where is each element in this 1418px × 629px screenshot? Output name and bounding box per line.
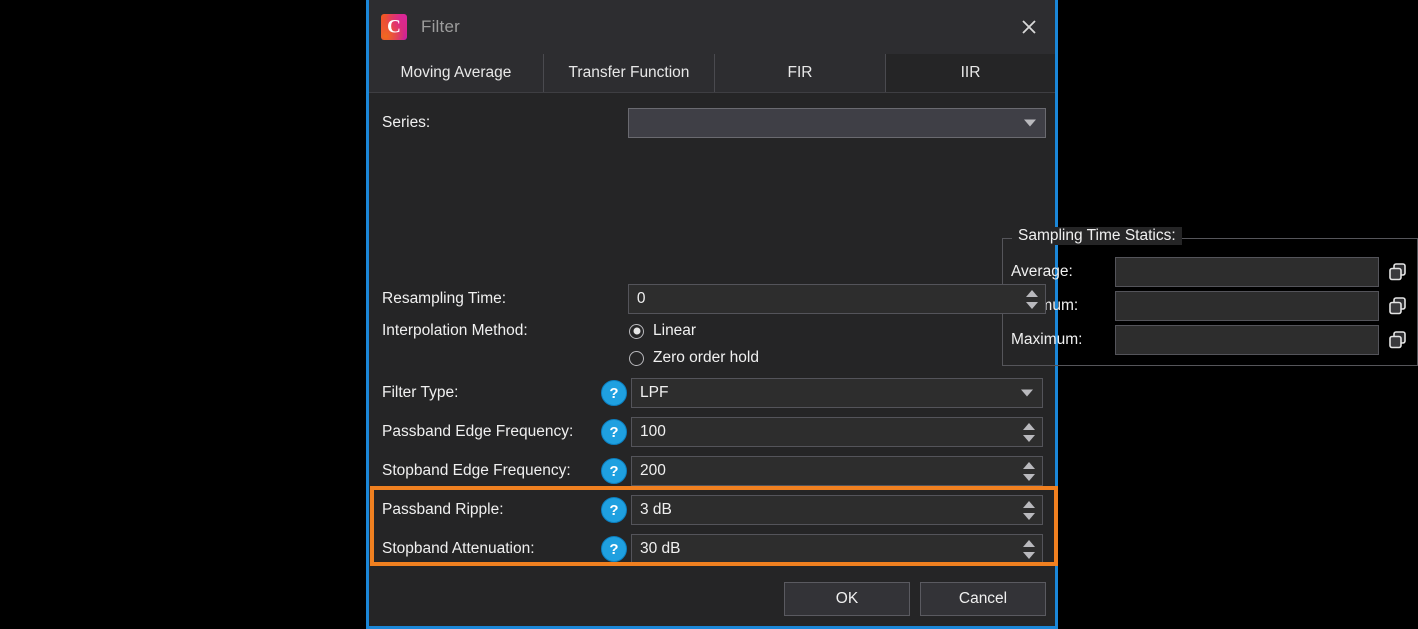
minimum-input[interactable] <box>1115 291 1379 321</box>
radio-indicator-icon <box>629 350 644 366</box>
spinner-down-icon[interactable] <box>1023 434 1035 442</box>
average-input[interactable] <box>1115 257 1379 287</box>
passband-edge-frequency-input[interactable]: 100 <box>631 417 1043 447</box>
passband-ripple-stepper[interactable] <box>1018 498 1040 522</box>
minimum-row: Minimum: <box>1011 291 1409 321</box>
series-combobox[interactable] <box>627 108 1046 138</box>
tab-transfer-function[interactable]: Transfer Function <box>543 54 715 92</box>
resampling-time-input[interactable]: 0 <box>627 284 1046 314</box>
chevron-down-icon <box>1024 119 1036 127</box>
tab-bar: Moving Average Transfer Function FIR IIR <box>369 54 1055 93</box>
help-icon[interactable]: ? <box>601 536 627 562</box>
interpolation-method-row-2: Zero order hold <box>382 345 1046 371</box>
stopband-attenuation-row: Stopband Attenuation: ? 30 dB <box>382 533 1046 565</box>
radio-zero-order-hold[interactable]: Zero order hold <box>629 349 759 367</box>
spinner-up-icon[interactable] <box>1023 500 1035 508</box>
average-row: Average: <box>1011 257 1409 287</box>
chevron-down-icon <box>1021 389 1033 397</box>
interpolation-method-label: Interpolation Method: <box>382 322 528 339</box>
passband-edge-frequency-row: Passband Edge Frequency: ? 100 <box>382 416 1046 448</box>
copy-icon[interactable] <box>1387 261 1409 283</box>
resampling-time-label: Resampling Time: <box>382 290 507 307</box>
average-label: Average: <box>1011 263 1073 280</box>
ok-button[interactable]: OK <box>784 582 910 616</box>
sampling-time-statics-group: Sampling Time Statics: Average: Minimu <box>1002 227 1418 366</box>
stopband-edge-frequency-input[interactable]: 200 <box>631 456 1043 486</box>
radio-linear[interactable]: Linear <box>629 322 696 340</box>
series-row: Series: <box>382 107 1046 139</box>
stopband-attenuation-label: Stopband Attenuation: <box>382 540 535 557</box>
passband-ripple-input[interactable]: 3 dB <box>631 495 1043 525</box>
dialog-footer: OK Cancel <box>369 572 1055 626</box>
filter-type-label: Filter Type: <box>382 384 459 401</box>
close-icon <box>1022 20 1036 34</box>
stopband-edge-frequency-row: Stopband Edge Frequency: ? 200 <box>382 455 1046 487</box>
spinner-down-icon[interactable] <box>1023 473 1035 481</box>
filter-type-row: Filter Type: ? LPF <box>382 377 1046 409</box>
spinner-up-icon[interactable] <box>1023 539 1035 547</box>
stopband-attenuation-stepper[interactable] <box>1018 537 1040 561</box>
screenshot-root: Filter Moving Average Transfer Function … <box>0 0 1418 629</box>
dialog-title: Filter <box>421 17 460 36</box>
interpolation-method-row: Interpolation Method: Linear <box>382 318 1046 344</box>
passband-edge-frequency-stepper[interactable] <box>1018 420 1040 444</box>
series-label: Series: <box>382 114 431 131</box>
cancel-button[interactable]: Cancel <box>920 582 1046 616</box>
radio-linear-label: Linear <box>653 322 697 339</box>
filter-dialog: Filter Moving Average Transfer Function … <box>366 0 1418 629</box>
spinner-down-icon[interactable] <box>1023 512 1035 520</box>
tab-iir[interactable]: IIR <box>885 54 1055 92</box>
app-logo-c-icon <box>381 14 407 40</box>
radio-zero-order-hold-label: Zero order hold <box>653 349 759 366</box>
spinner-up-icon[interactable] <box>1026 289 1038 297</box>
copy-glyph-icon <box>1389 263 1406 281</box>
spinner-down-icon[interactable] <box>1023 551 1035 559</box>
tab-fir[interactable]: FIR <box>714 54 886 92</box>
resampling-time-value: 0 <box>636 290 646 307</box>
spinner-down-icon[interactable] <box>1026 301 1038 309</box>
passband-edge-frequency-label: Passband Edge Frequency: <box>382 423 574 440</box>
filter-type-combobox[interactable]: LPF <box>631 378 1043 408</box>
copy-icon[interactable] <box>1387 329 1409 351</box>
close-button[interactable] <box>1003 0 1055 54</box>
resampling-time-row: Resampling Time: 0 <box>382 283 1046 315</box>
copy-icon[interactable] <box>1387 295 1409 317</box>
help-icon[interactable]: ? <box>601 380 627 406</box>
help-icon[interactable]: ? <box>601 419 627 445</box>
passband-ripple-label: Passband Ripple: <box>382 501 504 518</box>
dialog-titlebar: Filter <box>369 0 1055 54</box>
passband-edge-frequency-value: 100 <box>640 423 666 440</box>
copy-glyph-icon <box>1389 297 1406 315</box>
stopband-edge-frequency-stepper[interactable] <box>1018 459 1040 483</box>
stopband-edge-frequency-label: Stopband Edge Frequency: <box>382 462 571 479</box>
stopband-edge-frequency-value: 200 <box>640 462 666 479</box>
stopband-attenuation-value: 30 dB <box>640 540 681 557</box>
passband-ripple-value: 3 dB <box>640 501 672 518</box>
spinner-up-icon[interactable] <box>1023 422 1035 430</box>
resampling-time-stepper[interactable] <box>1021 287 1043 311</box>
copy-glyph-icon <box>1389 331 1406 349</box>
radio-indicator-icon <box>629 323 644 339</box>
dialog-body: Series: Sampling Time Statics: Average: <box>369 93 1418 626</box>
maximum-row: Maximum: <box>1011 325 1409 355</box>
maximum-input[interactable] <box>1115 325 1379 355</box>
spinner-up-icon[interactable] <box>1023 461 1035 469</box>
filter-type-value: LPF <box>640 384 669 401</box>
help-icon[interactable]: ? <box>601 497 627 523</box>
passband-ripple-row: Passband Ripple: ? 3 dB <box>382 494 1046 526</box>
help-icon[interactable]: ? <box>601 458 627 484</box>
sampling-time-statics-title: Sampling Time Statics: <box>1012 227 1182 245</box>
tab-moving-average[interactable]: Moving Average <box>369 54 544 92</box>
stopband-attenuation-input[interactable]: 30 dB <box>631 534 1043 564</box>
